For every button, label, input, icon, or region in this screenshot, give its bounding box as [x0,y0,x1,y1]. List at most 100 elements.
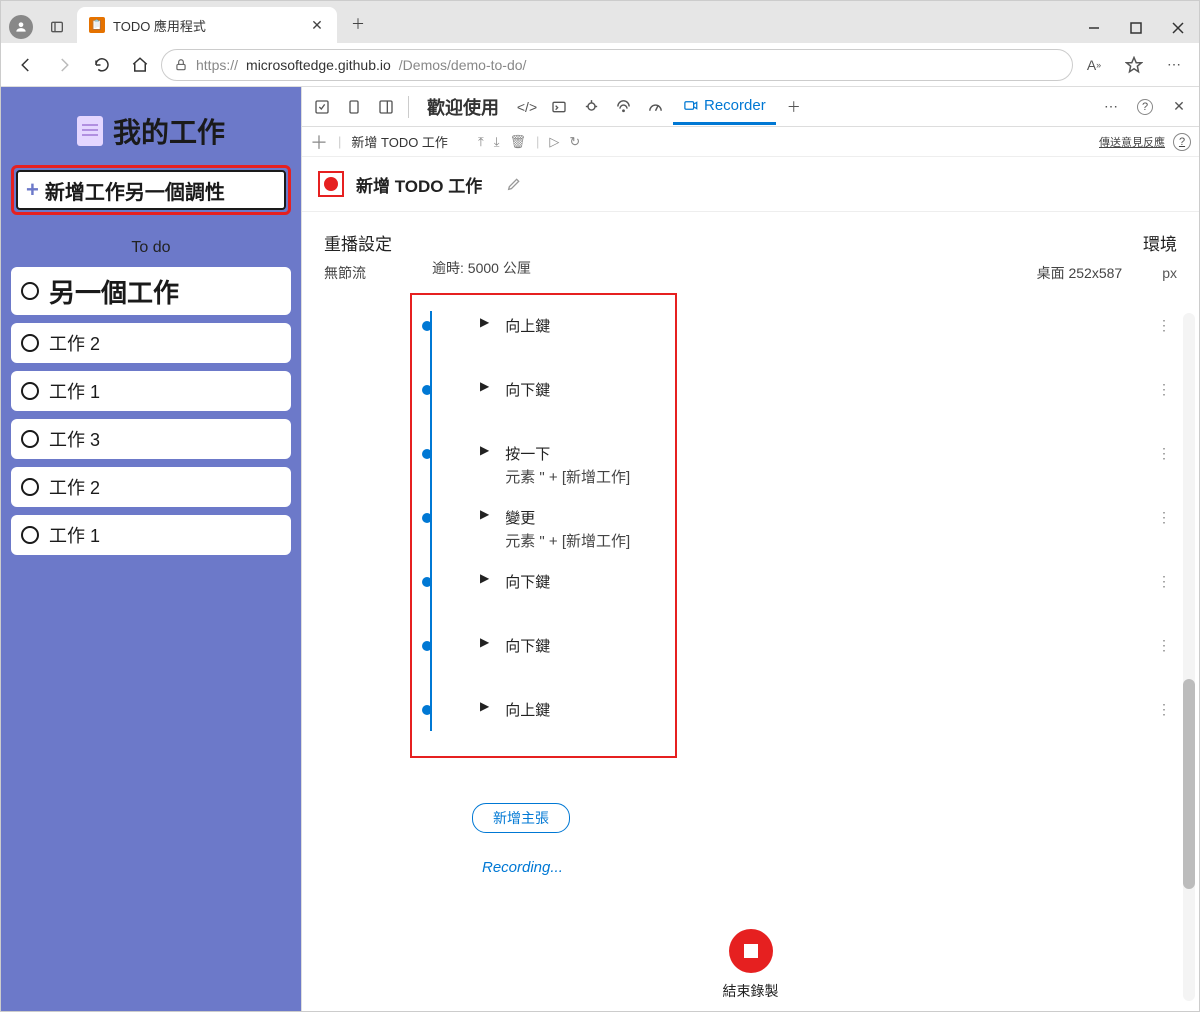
step-bullet-icon [422,705,432,715]
stop-recording-button[interactable] [729,929,773,973]
settings-menu-icon[interactable]: ⋯ [1157,48,1191,82]
play-icon[interactable]: ▷ [549,134,559,150]
recording-header: 新增 TODO 工作 [302,157,1199,212]
timeout-value[interactable]: 逾時: 5000 公厘 [432,258,531,278]
expand-icon[interactable]: ▶ [480,443,489,457]
recorder-body: ▶向上鍵▶向下鍵▶按一下元素 " + [新增工作]▶變更元素 " + [新增工作… [302,293,1199,1011]
expand-icon[interactable]: ▶ [480,379,489,393]
new-recording-icon[interactable]: ＋ [310,129,328,155]
maximize-button[interactable] [1115,13,1157,43]
add-assertion-button[interactable]: 新增主張 [472,803,570,833]
feedback-link[interactable]: 傳送意見反應 [1099,134,1165,150]
expand-icon[interactable]: ▶ [480,315,489,329]
recorder-step[interactable]: ▶向上鍵 [422,307,630,371]
recorder-step[interactable]: ▶按一下元素 " + [新增工作] [422,435,630,499]
import-icon[interactable]: ⤒ [478,134,484,150]
recorder-help-icon[interactable]: ? [1173,133,1191,151]
help-icon[interactable]: ? [1131,93,1159,121]
todo-item-label: 工作 1 [49,378,100,404]
todo-item[interactable]: 工作 2 [11,323,291,363]
add-task-input[interactable]: + 新增工作另一個調性 [16,170,286,210]
console-icon[interactable] [545,93,573,121]
delete-icon[interactable]: 🗑 [509,134,526,150]
refresh-button[interactable] [85,48,119,82]
elements-icon[interactable]: </> [513,93,541,121]
expand-icon[interactable]: ▶ [480,699,489,713]
checkbox-icon[interactable] [21,282,39,300]
env-desktop[interactable]: 桌面 [1037,265,1065,281]
todo-item[interactable]: 工作 1 [11,371,291,411]
device-toggle-icon[interactable] [340,93,368,121]
recorder-toolbar: ＋ | 新增 TODO 工作 ⤒ ⤓ 🗑 | ▷ ↻ 傳送意見反應 ? [302,127,1199,157]
checkbox-icon[interactable] [21,430,39,448]
step-menu-icon[interactable]: ⋮ [1157,381,1171,393]
read-aloud-icon[interactable]: A» [1077,48,1111,82]
add-tab-icon[interactable]: ＋ [780,93,808,121]
tab-welcome[interactable]: 歡迎使用 [417,87,509,128]
browser-tab[interactable]: 📋 TODO 應用程式 ✕ [77,7,337,43]
close-devtools-icon[interactable]: ✕ [1165,93,1193,121]
bug-icon[interactable] [577,93,605,121]
dock-icon[interactable] [372,93,400,121]
step-menu-icon[interactable]: ⋮ [1157,573,1171,585]
back-button[interactable] [9,48,43,82]
add-task-text: 新增工作另一個調性 [45,176,225,205]
step-menus: ⋮ ⋮ ⋮ ⋮ ⋮ ⋮ ⋮ [1157,317,1171,713]
forward-button[interactable] [47,48,81,82]
performance-icon[interactable] [641,93,669,121]
checkbox-icon[interactable] [21,382,39,400]
step-menu-icon[interactable]: ⋮ [1157,317,1171,329]
inspect-icon[interactable] [308,93,336,121]
more-tools-icon[interactable]: ⋯ [1097,93,1125,121]
home-button[interactable] [123,48,157,82]
step-menu-icon[interactable]: ⋮ [1157,701,1171,713]
todo-item-label: 工作 1 [49,522,100,548]
todo-section-label: To do [11,239,291,257]
todo-item[interactable]: 工作 3 [11,419,291,459]
recorder-step[interactable]: ▶向上鍵 [422,691,630,755]
recorder-step[interactable]: ▶向下鍵 [422,371,630,435]
devtools-tabbar: 歡迎使用 </> Recorder ＋ ⋯ ? ✕ [302,87,1199,127]
minimize-button[interactable] [1073,13,1115,43]
recording-dropdown[interactable]: 新增 TODO 工作 [351,132,448,151]
step-text: 按一下 [505,443,630,464]
step-menu-icon[interactable]: ⋮ [1157,637,1171,649]
url-scheme: https:// [196,57,238,73]
expand-icon[interactable]: ▶ [480,507,489,521]
expand-icon[interactable]: ▶ [480,635,489,649]
close-window-button[interactable] [1157,13,1199,43]
throttle-value[interactable]: 無節流 [324,263,392,283]
recorder-step[interactable]: ▶向下鍵 [422,563,630,627]
url-host: microsoftedge.github.io [246,57,391,73]
scrollbar-thumb[interactable] [1183,679,1195,889]
tab-actions-icon[interactable] [41,11,73,43]
close-tab-icon[interactable]: ✕ [309,17,325,33]
url-input[interactable]: https:// microsoftedge.github.io /Demos/… [161,49,1073,81]
favorite-icon[interactable] [1117,48,1151,82]
checkbox-icon[interactable] [21,478,39,496]
todo-item-label: 工作 3 [49,426,100,452]
scrollbar-track [1183,313,1195,1001]
todo-item[interactable]: 另一個工作 [11,267,291,315]
todo-app-pane: 我的工作 + 新增工作另一個調性 To do 另一個工作工作 2工作 1工作 3… [1,87,301,1011]
checkbox-icon[interactable] [21,526,39,544]
export-icon[interactable]: ⤓ [494,134,500,150]
checkbox-icon[interactable] [21,334,39,352]
recorder-step[interactable]: ▶變更元素 " + [新增工作] [422,499,630,563]
todo-item[interactable]: 工作 1 [11,515,291,555]
expand-icon[interactable]: ▶ [480,571,489,585]
tab-recorder[interactable]: Recorder [673,89,776,125]
recorder-step[interactable]: ▶向下鍵 [422,627,630,691]
profile-avatar[interactable] [9,15,33,39]
network-icon[interactable] [609,93,637,121]
step-menu-icon[interactable]: ⋮ [1157,509,1171,521]
new-tab-button[interactable]: ＋ [343,9,373,39]
step-bullet-icon [422,577,432,587]
replay-icon[interactable]: ↻ [569,134,580,150]
todo-list: 另一個工作工作 2 工作 1 工作 3 工作 2 工作 1 [11,267,291,555]
edit-name-icon[interactable] [506,176,522,192]
step-menu-icon[interactable]: ⋮ [1157,445,1171,457]
todo-item[interactable]: 工作 2 [11,467,291,507]
recording-indicator-icon [318,171,344,197]
recording-name: 新增 TODO 工作 [356,172,482,197]
